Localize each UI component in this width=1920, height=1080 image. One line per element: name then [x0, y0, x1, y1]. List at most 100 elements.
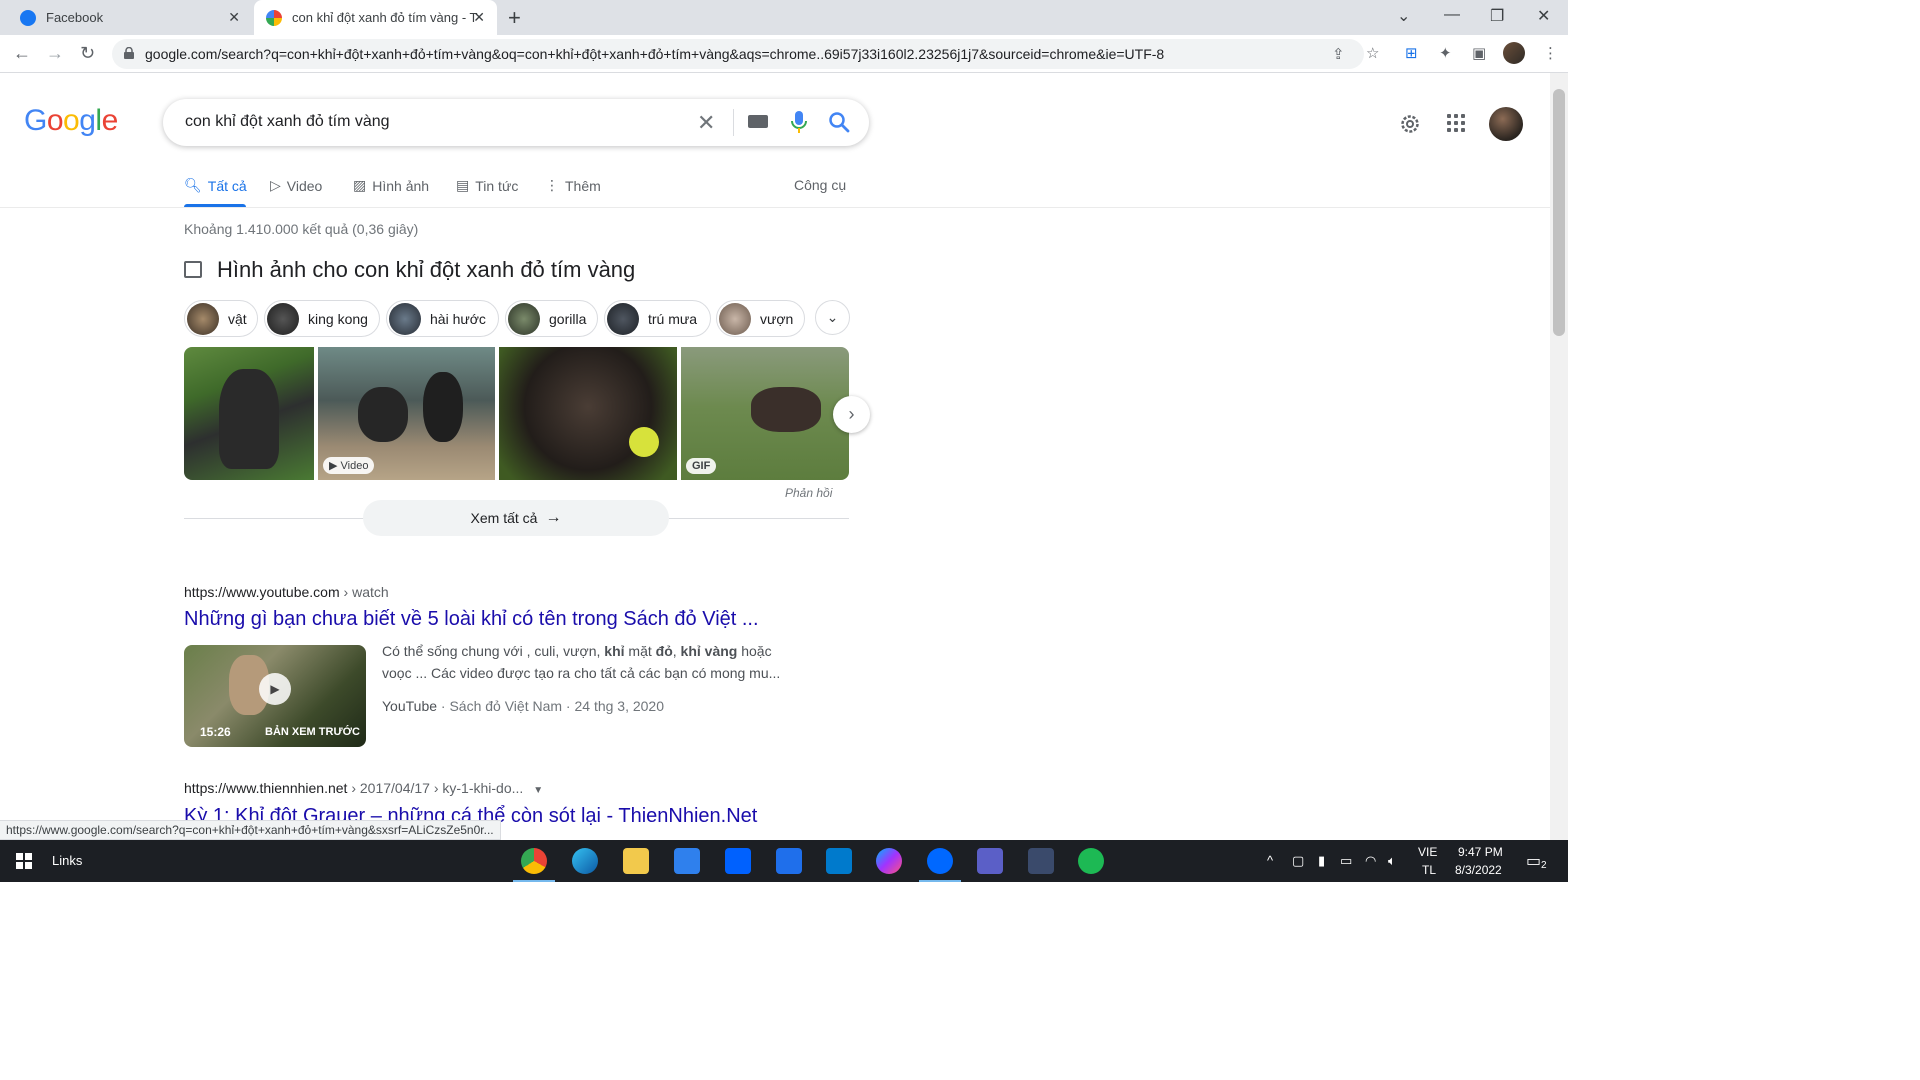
scrollbar-thumb[interactable] [1553, 89, 1565, 336]
new-tab-icon[interactable]: + [508, 5, 521, 31]
tray-chevron-icon[interactable]: ^ [1267, 853, 1273, 868]
search-box[interactable]: con khỉ đột xanh đỏ tím vàng ✕ [163, 99, 869, 146]
vscode-icon[interactable] [826, 848, 852, 874]
zalo-icon[interactable] [919, 848, 961, 882]
chip-tru-mua[interactable]: trú mưa [604, 300, 711, 337]
side-panel-icon[interactable]: ▣ [1472, 44, 1486, 62]
chevron-down-icon[interactable]: ⌄ [815, 300, 850, 335]
close-icon[interactable]: ✕ [228, 9, 240, 26]
devc-icon[interactable] [1028, 848, 1054, 874]
address-bar[interactable]: google.com/search?q=con+khỉ+đột+xanh+đỏ+… [112, 39, 1379, 69]
notification-icon[interactable]: ▭ [1526, 851, 1541, 871]
minimize-icon[interactable]: — [1444, 6, 1460, 24]
clear-icon[interactable]: ✕ [697, 110, 715, 136]
translate-icon[interactable]: ⊞ [1405, 44, 1418, 62]
facebook-icon [20, 9, 36, 26]
reload-icon[interactable]: ↻ [80, 43, 95, 64]
settings-gear-icon[interactable] [1398, 112, 1422, 136]
search-icon[interactable] [828, 111, 850, 133]
tab-search-icon[interactable]: ⌄ [1397, 6, 1410, 26]
app-icon[interactable] [776, 848, 802, 874]
scrollbar[interactable] [1550, 73, 1568, 840]
video-badge: ▶ Video [323, 457, 375, 474]
tools-button[interactable]: Công cụ [794, 177, 846, 193]
search-input[interactable]: con khỉ đột xanh đỏ tím vàng [185, 113, 390, 131]
account-avatar[interactable] [1489, 107, 1523, 141]
result-title-link[interactable]: Những gì bạn chưa biết về 5 loài khỉ có … [184, 608, 759, 631]
back-icon[interactable]: ← [13, 43, 31, 64]
battery-icon[interactable]: ▭ [1340, 853, 1352, 869]
window-close-icon[interactable]: ✕ [1537, 6, 1550, 26]
lock-icon [124, 47, 134, 59]
result-snippet: Có thể sống chung với , culi, vượn, khỉ … [382, 643, 781, 681]
tab-facebook[interactable]: Facebook ✕ [8, 0, 252, 35]
image-result-gorilla-grass[interactable] [184, 347, 314, 480]
url-text: google.com/search?q=con+khỉ+đột+xanh+đỏ+… [145, 46, 1165, 62]
keyboard-icon[interactable] [748, 115, 768, 128]
spotify-icon[interactable] [1078, 848, 1104, 874]
forward-icon[interactable]: → [46, 43, 64, 64]
input-method[interactable]: TL [1422, 863, 1436, 877]
microphone-icon[interactable]: ▮ [1318, 853, 1325, 869]
windows-start-icon[interactable] [16, 853, 32, 869]
volume-icon[interactable]: 🔈︎ [1388, 853, 1396, 869]
see-all-button[interactable]: Xem tất cả → [363, 500, 669, 536]
result-cite[interactable]: https://www.thiennhien.net › 2017/04/17 … [184, 780, 543, 796]
image-result-gorillas-group[interactable]: ▶ Video [318, 347, 495, 480]
teams-icon[interactable] [977, 848, 1003, 874]
chip-gorilla[interactable]: gorilla [505, 300, 598, 337]
chevron-right-icon[interactable]: › [833, 396, 870, 433]
status-bubble: https://www.google.com/search?q=con+khỉ+… [0, 820, 501, 840]
input-language[interactable]: VIE [1418, 845, 1437, 859]
feedback-link[interactable]: Phản hồi [785, 486, 832, 500]
image-icon [184, 261, 202, 278]
tab-video[interactable]: ▷ Video [270, 177, 322, 194]
tab-more[interactable]: ⋮ Thêm [545, 177, 601, 194]
tab-images[interactable]: ▨ Hình ảnh [353, 177, 429, 194]
file-explorer-icon[interactable] [623, 848, 649, 874]
profile-avatar[interactable] [1503, 42, 1525, 64]
caret-down-icon[interactable]: ▼ [533, 785, 543, 796]
messenger-icon[interactable] [876, 848, 902, 874]
wifi-icon[interactable]: ◠ [1365, 853, 1376, 869]
links-toolbar[interactable]: Links [52, 853, 82, 868]
menu-icon[interactable]: ⋮ [1543, 44, 1558, 62]
clock-date[interactable]: 8/3/2022 [1455, 863, 1502, 877]
chip-thumbnail [389, 302, 421, 335]
dropbox-icon[interactable] [725, 848, 751, 874]
chip-king-kong[interactable]: king kong [264, 300, 380, 337]
tab-news[interactable]: ▤ Tin tức [456, 177, 518, 194]
chip-thumbnail [607, 302, 639, 335]
mail-icon[interactable] [674, 848, 700, 874]
chip-vat[interactable]: vật [184, 300, 258, 337]
images-section-title[interactable]: Hình ảnh cho con khỉ đột xanh đỏ tím vàn… [217, 257, 635, 283]
chip-hai-huoc[interactable]: hài hước [386, 300, 499, 337]
video-thumbnail[interactable]: ▶ 15:26 BẢN XEM TRƯỚC [184, 645, 366, 747]
microphone-icon[interactable] [791, 111, 807, 133]
google-apps-icon[interactable] [1447, 114, 1467, 134]
result-cite[interactable]: https://www.youtube.com › watch [184, 584, 389, 600]
chip-vuon[interactable]: vượn [716, 300, 805, 337]
play-icon[interactable]: ▶ [259, 673, 291, 705]
chip-thumbnail [508, 302, 540, 335]
bookmark-star-icon[interactable]: ☆ [1366, 44, 1379, 62]
image-result-gorilla-face[interactable] [499, 347, 677, 480]
share-icon[interactable]: ⇪ [1332, 45, 1345, 63]
tray-app-icon[interactable]: ▢ [1292, 853, 1304, 869]
google-logo[interactable]: Google [24, 104, 118, 138]
extensions-icon[interactable]: ✦ [1439, 44, 1452, 62]
clock-time[interactable]: 9:47 PM [1458, 845, 1503, 859]
close-icon[interactable]: ✕ [473, 9, 485, 26]
more-vert-icon: ⋮ [545, 177, 559, 193]
notification-count: 2 [1541, 860, 1547, 871]
result-stats: Khoảng 1.410.000 kết quả (0,36 giây) [184, 221, 419, 237]
tab-google-search[interactable]: con khỉ đột xanh đỏ tím vàng - T ✕ [254, 0, 497, 35]
chrome-icon[interactable] [513, 848, 555, 882]
restore-icon[interactable]: ❐ [1490, 6, 1504, 26]
tab-all[interactable]: 🔍︎ Tất cả [184, 177, 247, 194]
play-icon: ▷ [270, 177, 281, 193]
gorilla-silhouette [751, 387, 821, 432]
edge-icon[interactable] [572, 848, 598, 874]
image-result-gorilla-gif[interactable]: GIF [681, 347, 849, 480]
chip-thumbnail [187, 302, 219, 335]
